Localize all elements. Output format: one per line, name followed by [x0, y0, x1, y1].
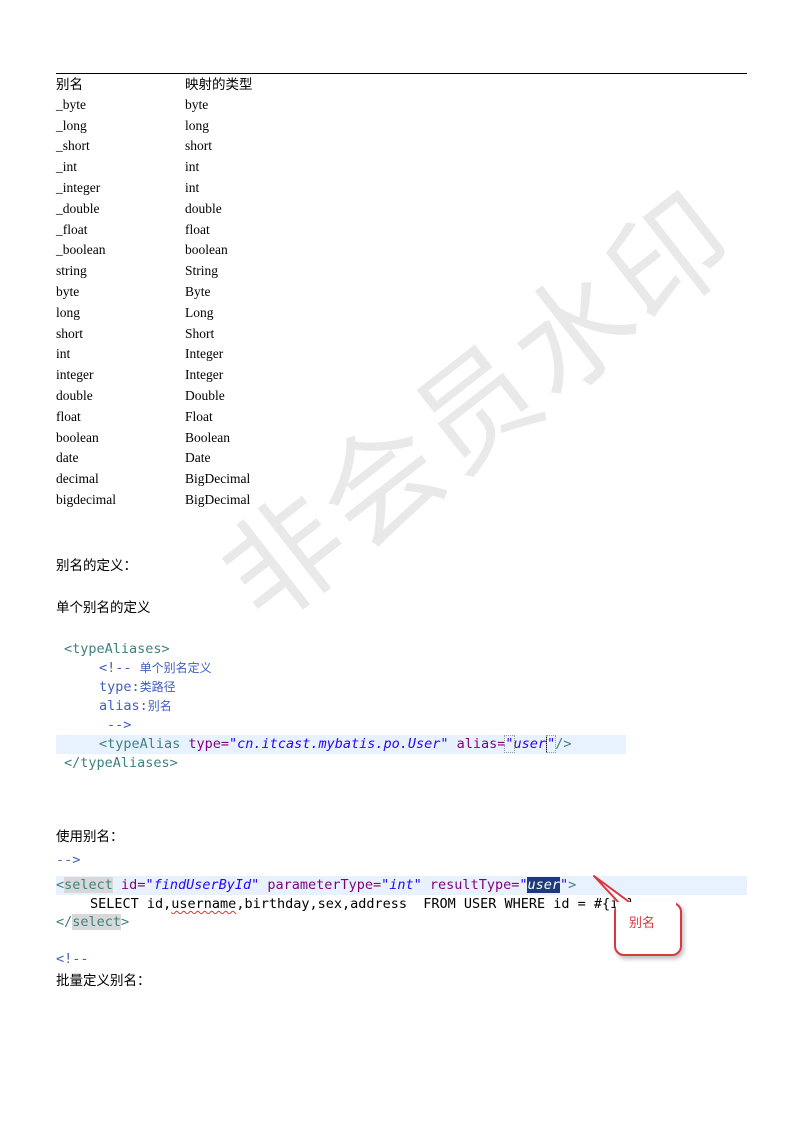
comment-alias-line: alias:别名	[99, 697, 172, 716]
alias-cell: _double	[56, 201, 100, 216]
comment-alias-key: alias:	[99, 698, 148, 714]
alias-cell: _long	[56, 118, 87, 133]
alias-cell: int	[56, 346, 71, 361]
prev-comment-close: -->	[56, 855, 81, 866]
comment-line: <!-- 单个别名定义	[99, 659, 212, 678]
alias-cell: boolean	[56, 430, 99, 445]
alias-cell: _int	[56, 159, 78, 174]
type-aliases-close-tag: </typeAliases>	[64, 754, 178, 773]
comment-type-desc: 类路径	[139, 680, 176, 694]
type-cell: BigDecimal	[185, 471, 251, 486]
alias-cell: _byte	[56, 97, 86, 112]
type-cell: BigDecimal	[185, 492, 251, 507]
xml-tag: </typeAliases>	[64, 755, 178, 771]
type-cell: Integer	[185, 367, 224, 382]
type-alias-element: <typeAlias type="cn.itcast.mybatis.po.Us…	[99, 735, 571, 754]
alias-cell: short	[56, 326, 83, 341]
alias-cell: _float	[56, 222, 88, 237]
alias-quote: "	[546, 735, 557, 753]
select-close-tag: select	[72, 914, 122, 930]
alias-quote: "	[504, 735, 515, 753]
type-cell: Float	[185, 409, 213, 424]
alias-cell: long	[56, 305, 81, 320]
xml-tag: <typeAlias	[99, 736, 189, 752]
result-type-value-selected: user	[527, 877, 560, 893]
callout-label: 别名	[629, 916, 656, 931]
watermark: 非会员水印	[196, 165, 763, 651]
alias-cell: date	[56, 450, 79, 465]
select-close-line: </select>	[56, 914, 130, 930]
result-type-attribute: resultType=	[421, 877, 520, 893]
xml-bracket: >	[568, 877, 577, 893]
id-value: "findUserById"	[145, 877, 260, 893]
type-cell: String	[185, 263, 219, 278]
type-attribute: type=	[188, 736, 230, 752]
alias-callout: 别名	[614, 902, 682, 956]
type-cell: Date	[185, 450, 211, 465]
comment-open: <!--	[99, 660, 140, 676]
parameter-type-attribute: parameterType=	[259, 877, 382, 893]
batch-alias-heading: 批量定义别名：	[56, 973, 151, 989]
type-attribute-value: "cn.itcast.mybatis.po.User"	[229, 736, 449, 752]
id-attribute: id=	[112, 877, 146, 893]
type-cell: Byte	[185, 284, 211, 299]
type-aliases-open-tag: <typeAliases>	[64, 640, 170, 659]
type-cell: int	[185, 180, 200, 195]
comment-type-key: type:	[99, 679, 140, 695]
type-cell: Short	[185, 326, 215, 341]
type-cell: double	[185, 201, 222, 216]
xml-tag: <typeAliases>	[64, 641, 170, 657]
alias-cell: double	[56, 388, 93, 403]
type-cell: int	[185, 159, 200, 174]
type-cell: Integer	[185, 346, 224, 361]
select-open-line: <select id="findUserById" parameterType=…	[56, 877, 577, 893]
comment-close: -->	[107, 717, 132, 733]
top-rule	[56, 73, 747, 74]
select-tag: select	[64, 877, 113, 893]
type-cell: Boolean	[185, 430, 230, 445]
alias-cell: bigdecimal	[56, 492, 116, 507]
callout-join	[616, 902, 676, 910]
alias-cell: decimal	[56, 471, 99, 486]
type-cell: Double	[185, 388, 225, 403]
single-alias-heading: 单个别名的定义	[56, 600, 151, 616]
alias-cell: _short	[56, 138, 90, 153]
next-comment-open: <!--	[56, 951, 89, 967]
type-cell: short	[185, 138, 212, 153]
type-column-header: 映射的类型	[185, 77, 253, 93]
alias-cell: integer	[56, 367, 94, 382]
spellcheck-word: username	[171, 896, 237, 912]
alias-definition-heading: 别名的定义：	[56, 558, 137, 574]
use-alias-heading: 使用别名：	[56, 829, 124, 845]
comment-alias-desc: 别名	[147, 699, 172, 713]
xml-tag: />	[555, 736, 572, 752]
type-cell: boolean	[185, 242, 228, 257]
alias-cell: string	[56, 263, 87, 278]
xml-bracket: <	[56, 877, 65, 893]
comment-title: 单个别名定义	[139, 661, 212, 675]
alias-attribute: alias=	[448, 736, 506, 752]
parameter-type-value: "int"	[381, 877, 422, 893]
comment-close-line: -->	[107, 716, 131, 735]
type-cell: byte	[185, 97, 209, 112]
alias-cell: _integer	[56, 180, 101, 195]
type-cell: Long	[185, 305, 214, 320]
comment-type-line: type:类路径	[99, 678, 176, 697]
alias-attribute-value: user	[513, 736, 547, 752]
alias-cell: float	[56, 409, 81, 424]
type-cell: long	[185, 118, 210, 133]
type-cell: float	[185, 222, 210, 237]
alias-column-header: 别名	[56, 77, 83, 93]
alias-cell: byte	[56, 284, 80, 299]
alias-cell: _boolean	[56, 242, 106, 257]
